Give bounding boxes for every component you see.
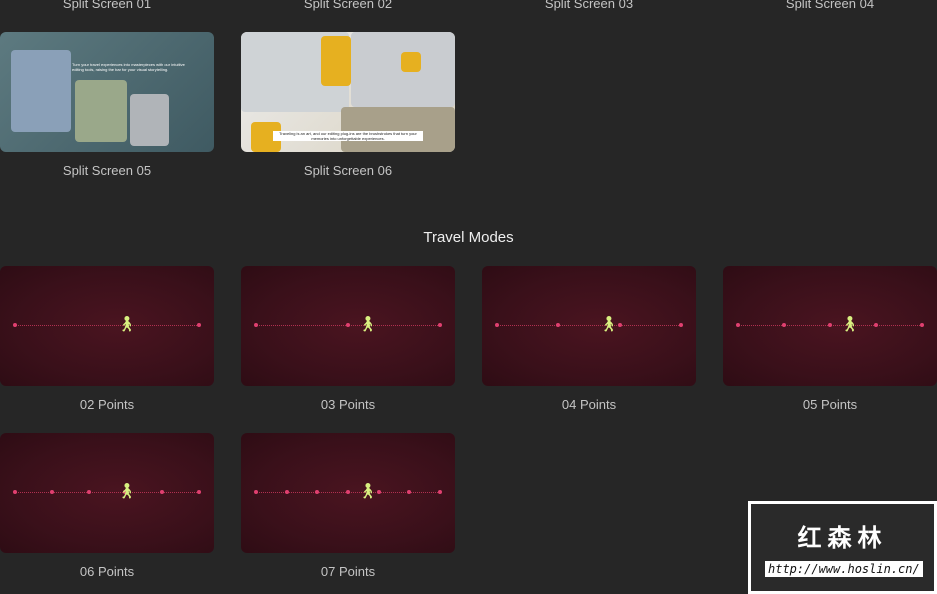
photo bbox=[75, 80, 127, 142]
section-title: Travel Modes bbox=[423, 229, 514, 246]
path-point bbox=[49, 490, 54, 494]
person-walking-icon: 🚶︎ bbox=[117, 316, 137, 333]
person-walking-icon: 🚶︎ bbox=[599, 316, 619, 333]
person-walking-icon: 🚶︎ bbox=[358, 316, 378, 333]
item-label: Split Screen 03 bbox=[544, 0, 634, 11]
photo bbox=[341, 107, 455, 152]
travel-mode-thumbnail[interactable]: 🚶︎ bbox=[241, 266, 455, 386]
item-label: Split Screen 06 bbox=[303, 163, 393, 178]
path-point bbox=[284, 490, 289, 494]
path-point bbox=[679, 323, 683, 327]
path-line bbox=[15, 325, 199, 326]
path-point bbox=[376, 490, 381, 494]
path-point bbox=[736, 323, 740, 327]
travel-mode-thumbnail[interactable]: 🚶︎ bbox=[723, 266, 937, 386]
person-walking-icon: 🚶︎ bbox=[840, 316, 860, 333]
path-point bbox=[556, 323, 561, 327]
item-label: Split Screen 05 bbox=[62, 163, 152, 178]
photo bbox=[321, 36, 351, 86]
split-screen-05-thumbnail[interactable]: Turn your travel experiences into master… bbox=[0, 32, 214, 152]
item-label: Split Screen 04 bbox=[785, 0, 875, 11]
path-point bbox=[13, 323, 17, 327]
photo bbox=[401, 52, 421, 72]
travel-mode-thumbnail[interactable]: 🚶︎ bbox=[0, 266, 214, 386]
person-walking-icon: 🚶︎ bbox=[358, 483, 378, 500]
path-line bbox=[497, 325, 681, 326]
item-label: Split Screen 02 bbox=[303, 0, 393, 11]
path-point bbox=[315, 490, 320, 494]
path-point bbox=[160, 490, 165, 494]
watermark-title: 红森林 bbox=[797, 525, 888, 552]
path-point bbox=[617, 323, 622, 327]
item-label: 03 Points bbox=[320, 397, 376, 412]
path-point bbox=[346, 490, 350, 494]
path-point bbox=[86, 490, 91, 494]
path-point bbox=[407, 490, 412, 494]
path-point bbox=[920, 323, 924, 327]
item-label: 07 Points bbox=[320, 564, 376, 579]
path-point bbox=[495, 323, 499, 327]
path-point bbox=[828, 323, 832, 327]
item-label: 02 Points bbox=[79, 397, 135, 412]
path-point bbox=[197, 490, 201, 494]
caption: Traveling is an art, and our editing plu… bbox=[273, 131, 423, 141]
path-point bbox=[197, 323, 201, 327]
path-point bbox=[254, 490, 258, 494]
item-label: Split Screen 01 bbox=[62, 0, 152, 11]
caption: Turn your travel experiences into master… bbox=[72, 62, 185, 72]
watermark-url: http://www.hoslin.cn/ bbox=[765, 561, 923, 577]
watermark: 红森林 http://www.hoslin.cn/ bbox=[748, 501, 937, 594]
travel-mode-thumbnail[interactable]: 🚶︎ bbox=[241, 433, 455, 553]
path-point bbox=[254, 323, 258, 327]
split-screen-06-thumbnail[interactable]: Traveling is an art, and our editing plu… bbox=[241, 32, 455, 152]
travel-mode-thumbnail[interactable]: 🚶︎ bbox=[482, 266, 696, 386]
path-point bbox=[782, 323, 786, 327]
item-label: 05 Points bbox=[802, 397, 858, 412]
photo bbox=[130, 94, 169, 146]
person-walking-icon: 🚶︎ bbox=[117, 483, 137, 500]
path-point bbox=[438, 323, 442, 327]
path-point bbox=[346, 323, 350, 327]
item-label: 06 Points bbox=[79, 564, 135, 579]
photo bbox=[11, 50, 71, 132]
path-point bbox=[438, 490, 442, 494]
item-label: 04 Points bbox=[561, 397, 617, 412]
path-line bbox=[15, 492, 199, 493]
travel-mode-thumbnail[interactable]: 🚶︎ bbox=[0, 433, 214, 553]
path-point bbox=[874, 323, 878, 327]
path-point bbox=[13, 490, 17, 494]
